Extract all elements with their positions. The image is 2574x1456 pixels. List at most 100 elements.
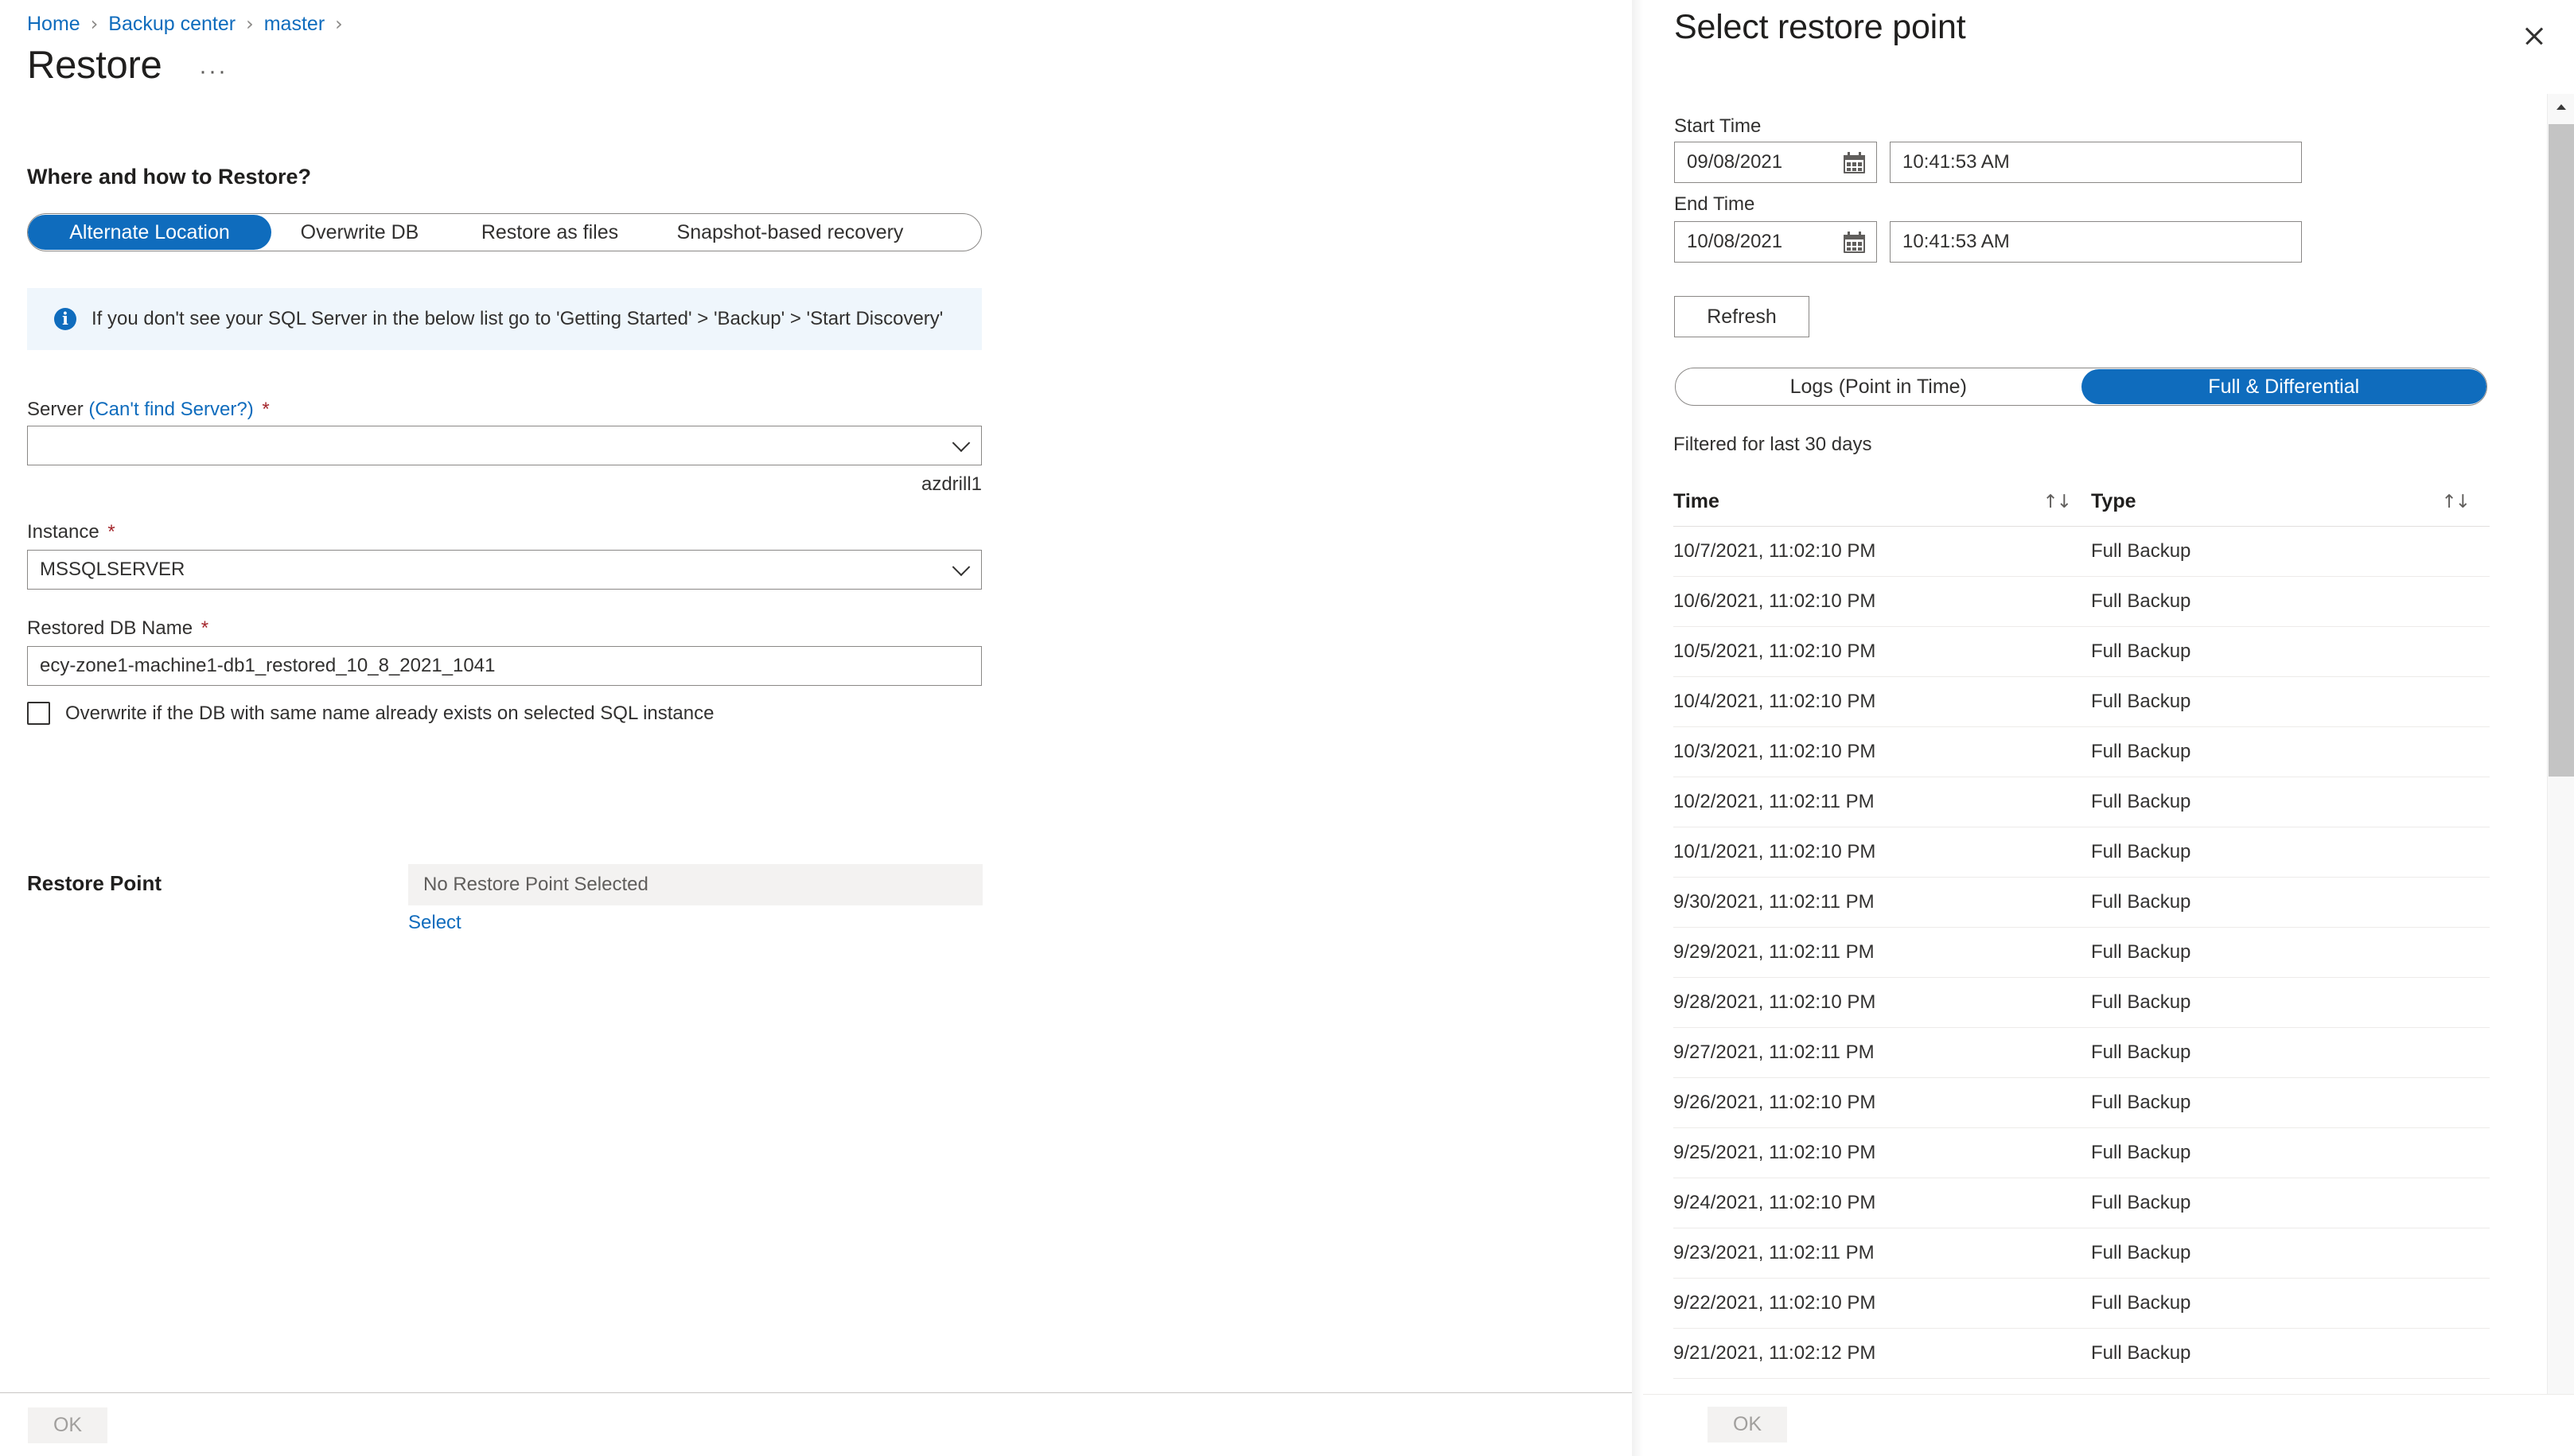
table-row[interactable]: 10/2/2021, 11:02:11 PM Full Backup [1673, 777, 2490, 827]
table-row[interactable]: 9/24/2021, 11:02:10 PM Full Backup [1673, 1178, 2490, 1228]
scrollbar-thumb[interactable] [2549, 124, 2574, 777]
table-column-time-label: Time [1673, 490, 1719, 512]
table-row[interactable]: 9/25/2021, 11:02:10 PM Full Backup [1673, 1128, 2490, 1178]
table-row[interactable]: 10/7/2021, 11:02:10 PM Full Backup [1673, 527, 2490, 577]
end-time-input[interactable] [1891, 222, 2301, 262]
cant-find-server-link[interactable]: (Can't find Server?) [88, 399, 253, 420]
breadcrumb-item-home[interactable]: Home [27, 13, 80, 36]
table-row[interactable]: 9/30/2021, 11:02:11 PM Full Backup [1673, 878, 2490, 928]
table-row[interactable]: 10/3/2021, 11:02:10 PM Full Backup [1673, 727, 2490, 777]
table-row[interactable]: 9/28/2021, 11:02:10 PM Full Backup [1673, 978, 2490, 1028]
restore-point-select-link[interactable]: Select [408, 912, 461, 934]
table-row[interactable]: 10/6/2021, 11:02:10 PM Full Backup [1673, 577, 2490, 627]
cell-type: Full Backup [2091, 1142, 2191, 1163]
pivot-tab-snapshot-based-recovery[interactable]: Snapshot-based recovery [652, 215, 929, 250]
info-banner: i If you don't see your SQL Server in th… [27, 288, 982, 350]
table-row[interactable]: 10/5/2021, 11:02:10 PM Full Backup [1673, 627, 2490, 677]
breadcrumb-item-backup-center[interactable]: Backup center [108, 13, 236, 36]
end-time-field[interactable] [1890, 221, 2302, 263]
start-date-field[interactable] [1674, 142, 1877, 183]
refresh-button[interactable]: Refresh [1674, 296, 1809, 337]
page-title: Restore [27, 44, 162, 87]
instance-dropdown[interactable]: MSSQLSERVER [27, 550, 982, 590]
cell-time: 10/6/2021, 11:02:10 PM [1673, 590, 1876, 612]
restore-points-table: Time ↑↓ Type ↑↓ 10/7/2021, 11:02:10 PM Fu… [1673, 477, 2490, 1379]
filter-note: Filtered for last 30 days [1673, 434, 1872, 455]
cell-time: 10/4/2021, 11:02:10 PM [1673, 691, 1876, 712]
table-row[interactable]: 9/21/2021, 11:02:12 PM Full Backup [1673, 1329, 2490, 1379]
panel-title: Select restore point [1674, 8, 1966, 46]
restore-method-pivot: Alternate Location Overwrite DB Restore … [27, 213, 982, 251]
server-helper-text: azdrill1 [921, 473, 982, 495]
overwrite-checkbox[interactable] [27, 702, 50, 725]
overwrite-checkbox-row[interactable]: Overwrite if the DB with same name alrea… [27, 702, 714, 725]
table-row[interactable]: 9/27/2021, 11:02:11 PM Full Backup [1673, 1028, 2490, 1078]
breadcrumb: Home › Backup center › master › [27, 11, 353, 37]
more-options-icon[interactable]: ··· [199, 60, 228, 84]
restored-db-name-required-marker: * [201, 617, 209, 639]
cell-type: Full Backup [2091, 741, 2191, 762]
cell-time: 9/27/2021, 11:02:11 PM [1673, 1041, 1875, 1063]
ok-button[interactable]: OK [28, 1407, 107, 1443]
calendar-icon[interactable] [1844, 232, 1865, 253]
sort-arrows-icon[interactable]: ↑↓ [2441, 492, 2471, 512]
table-row[interactable]: 9/26/2021, 11:02:10 PM Full Backup [1673, 1078, 2490, 1128]
start-time-input[interactable] [1891, 142, 2301, 182]
cell-time: 9/22/2021, 11:02:10 PM [1673, 1292, 1876, 1314]
cell-time: 9/29/2021, 11:02:11 PM [1673, 941, 1875, 963]
pivot-tab-overwrite-db[interactable]: Overwrite DB [271, 215, 448, 250]
restore-point-value: No Restore Point Selected [408, 864, 983, 905]
server-required-marker: * [262, 399, 270, 420]
restored-db-name-label-text: Restored DB Name [27, 617, 193, 639]
breadcrumb-separator-icon: › [90, 13, 99, 35]
pivot-tab-restore-as-files[interactable]: Restore as files [448, 215, 652, 250]
table-row[interactable]: 9/29/2021, 11:02:11 PM Full Backup [1673, 928, 2490, 978]
table-column-type[interactable]: Type ↑↓ [2091, 490, 2490, 513]
cell-type: Full Backup [2091, 1242, 2191, 1263]
table-row[interactable]: 10/1/2021, 11:02:10 PM Full Backup [1673, 827, 2490, 878]
cell-type: Full Backup [2091, 941, 2191, 963]
cell-type: Full Backup [2091, 841, 2191, 862]
cell-time: 9/24/2021, 11:02:10 PM [1673, 1192, 1876, 1213]
restore-blade: Home › Backup center › master › Restore … [0, 0, 1643, 1456]
end-date-field[interactable] [1674, 221, 1877, 263]
cell-type: Full Backup [2091, 540, 2191, 562]
table-row[interactable]: 10/4/2021, 11:02:10 PM Full Backup [1673, 677, 2490, 727]
cell-time: 9/25/2021, 11:02:10 PM [1673, 1142, 1876, 1163]
server-label-text: Server [27, 399, 84, 420]
restored-db-name-input[interactable]: ecy-zone1-machine1-db1_restored_10_8_202… [27, 646, 982, 686]
calendar-icon[interactable] [1844, 152, 1865, 173]
table-row[interactable]: 9/22/2021, 11:02:10 PM Full Backup [1673, 1279, 2490, 1329]
table-column-time[interactable]: Time ↑↓ [1673, 490, 2091, 513]
panel-scrollbar[interactable] [2547, 94, 2574, 1411]
section-heading: Where and how to Restore? [27, 165, 312, 189]
close-icon[interactable] [2516, 18, 2553, 54]
info-banner-text: If you don't see your SQL Server in the … [92, 308, 944, 329]
cell-time: 9/28/2021, 11:02:10 PM [1673, 991, 1876, 1013]
cell-type: Full Backup [2091, 1192, 2191, 1213]
panel-header: Select restore point [1643, 0, 2574, 64]
cell-type: Full Backup [2091, 1092, 2191, 1113]
table-row[interactable]: 9/23/2021, 11:02:11 PM Full Backup [1673, 1228, 2490, 1279]
cell-type: Full Backup [2091, 991, 2191, 1013]
panel-ok-button[interactable]: OK [1708, 1407, 1787, 1442]
instance-dropdown-value: MSSQLSERVER [40, 559, 185, 580]
pivot-tab-full-and-differential[interactable]: Full & Differential [2081, 369, 2486, 404]
chevron-down-icon [952, 434, 971, 453]
overwrite-checkbox-label: Overwrite if the DB with same name alrea… [65, 702, 715, 724]
cell-time: 9/21/2021, 11:02:12 PM [1673, 1342, 1876, 1364]
end-time-label: End Time [1674, 193, 1755, 215]
cell-time: 10/5/2021, 11:02:10 PM [1673, 640, 1876, 662]
pivot-tab-alternate-location[interactable]: Alternate Location [28, 215, 271, 250]
scroll-up-icon[interactable] [2548, 94, 2574, 121]
pivot-tab-logs-point-in-time[interactable]: Logs (Point in Time) [1676, 369, 2081, 404]
cell-type: Full Backup [2091, 891, 2191, 913]
sort-arrows-icon[interactable]: ↑↓ [2042, 492, 2072, 512]
start-time-field[interactable] [1890, 142, 2302, 183]
server-dropdown[interactable] [27, 426, 982, 465]
cell-type: Full Backup [2091, 691, 2191, 712]
cell-type: Full Backup [2091, 1292, 2191, 1314]
restored-db-name-label: Restored DB Name * [27, 617, 208, 640]
cell-type: Full Backup [2091, 590, 2191, 612]
breadcrumb-item-master[interactable]: master [264, 13, 325, 36]
